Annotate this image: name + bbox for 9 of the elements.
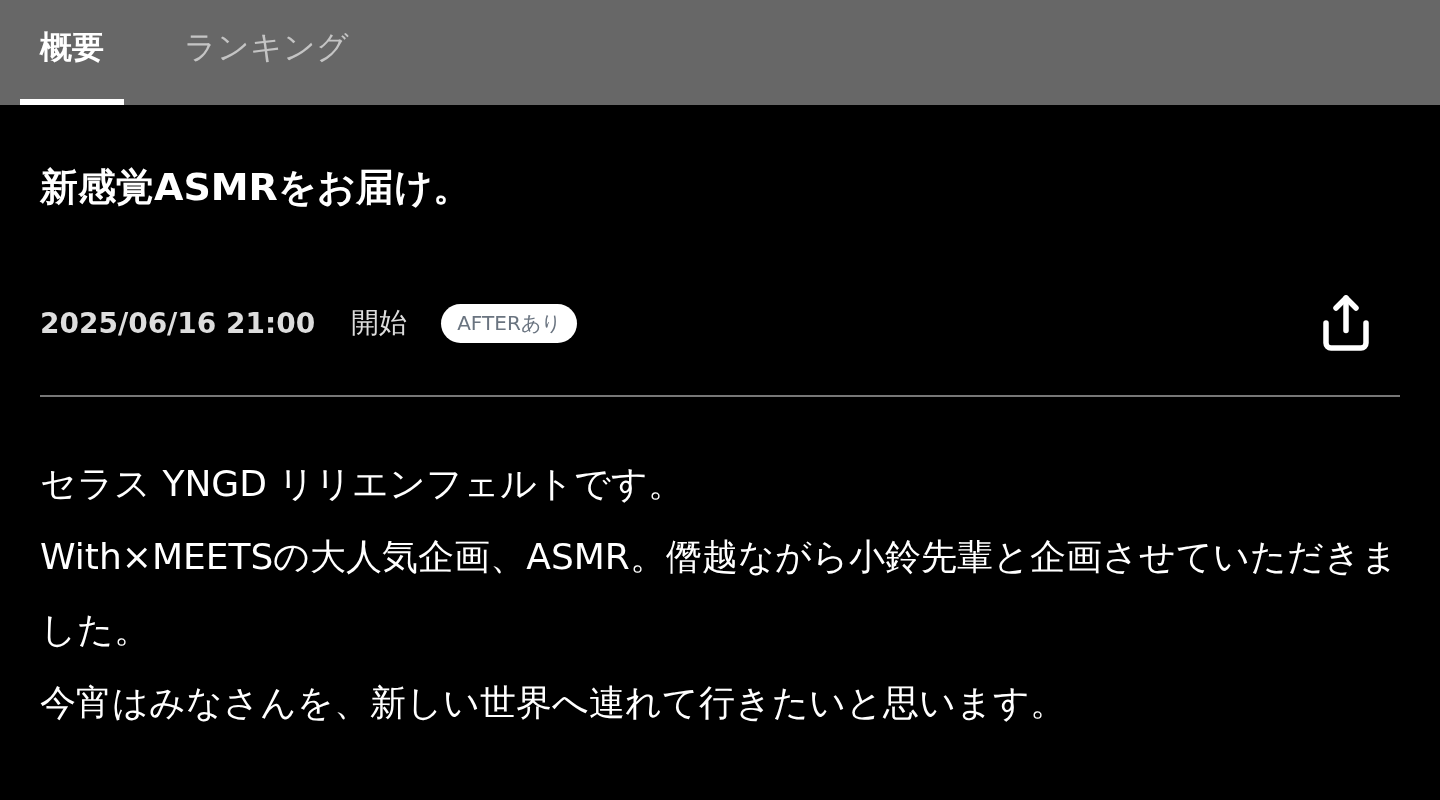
status-label: 開始 — [351, 305, 408, 341]
title: 新感覚ASMRをお届け。 — [40, 164, 472, 211]
description-paragraph: 今宵はみなさんを、新しい世界へ連れて行きたいと思います。 — [40, 681, 1067, 725]
description-paragraph: With×MEETSの大人気企画、ASMR。僭越ながら小鈴先輩と企画させていただきました。 — [40, 535, 1399, 652]
description-paragraph: セラス YNGD リリエンフェルトです。 — [40, 462, 686, 506]
date-time: 2025/06/16 21:00 — [40, 306, 316, 340]
after-badge: AFTERあり — [441, 303, 577, 343]
tab[interactable]: 概要 — [20, 0, 124, 105]
tab[interactable]: ランキング — [184, 0, 349, 105]
